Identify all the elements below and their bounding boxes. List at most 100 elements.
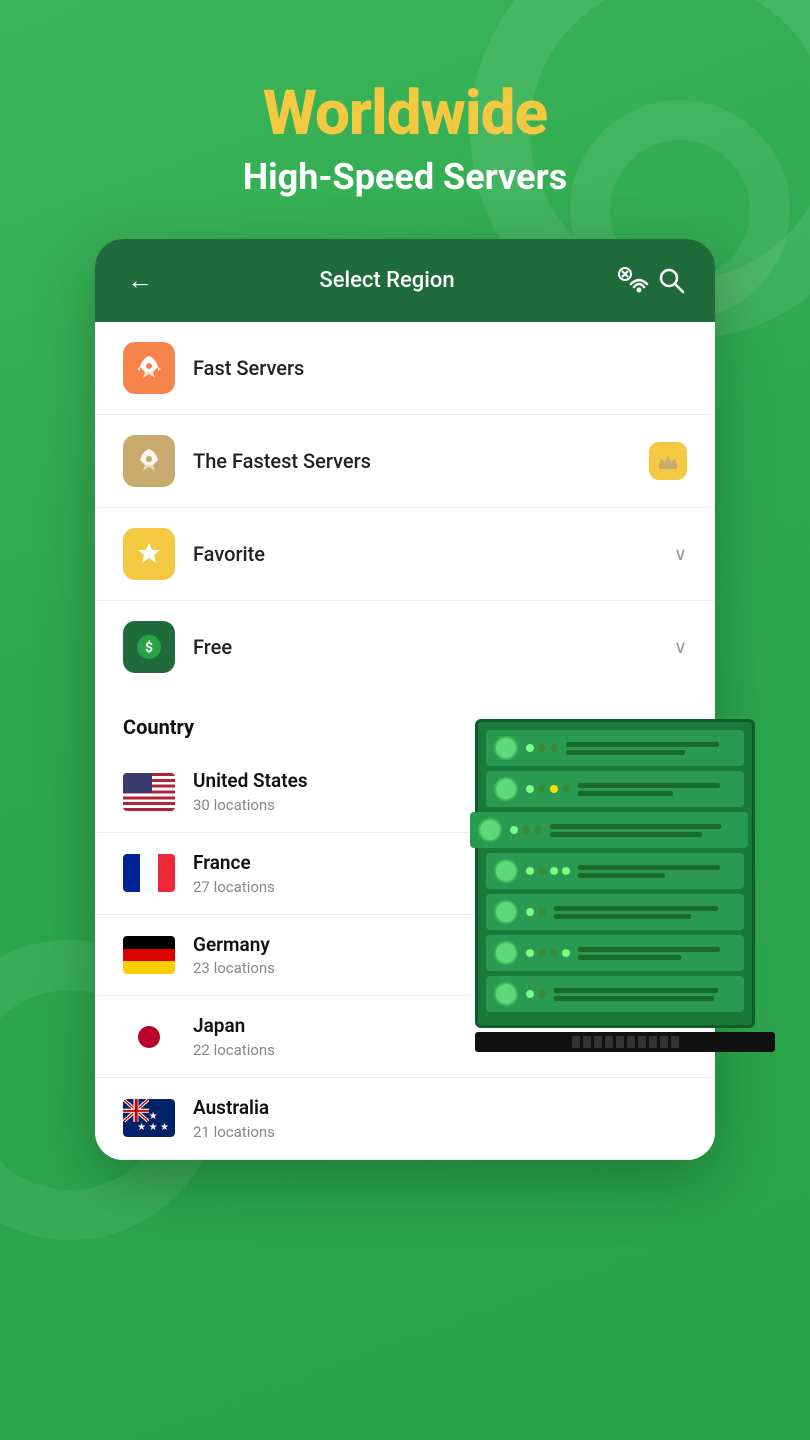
de-gold (123, 961, 175, 974)
fastest-servers-icon (123, 435, 175, 487)
bar-line (554, 988, 718, 993)
server-bars (578, 865, 736, 878)
flag-us (123, 773, 175, 811)
fast-servers-icon (123, 342, 175, 394)
light-dim (538, 785, 546, 793)
page-header: Worldwide High-Speed Servers (0, 0, 810, 239)
bar-line (578, 947, 720, 952)
menu-item-free[interactable]: $ Free ∨ (95, 601, 715, 693)
light-dim (522, 826, 530, 834)
server-lights (526, 867, 570, 875)
server-rack-illustration (475, 719, 775, 1052)
menu-list: Fast Servers The Fastest Servers (95, 322, 715, 693)
back-button[interactable]: ← (123, 261, 157, 300)
fast-servers-label: Fast Servers (193, 356, 687, 380)
light-green (562, 949, 570, 957)
light-green (526, 949, 534, 957)
light-green (526, 908, 534, 916)
us-canton (123, 773, 152, 794)
server-row (486, 730, 744, 766)
rack-stripe (605, 1036, 613, 1048)
free-icon: $ (123, 621, 175, 673)
screen-title: Select Region (319, 268, 454, 293)
menu-item-fastest-servers[interactable]: The Fastest Servers (95, 415, 715, 508)
server-row (470, 812, 748, 848)
flag-de-wrap (123, 936, 175, 974)
server-bars (554, 988, 736, 1001)
card-header: ← Select Region (95, 239, 715, 322)
server-row (486, 853, 744, 889)
bar-line (550, 824, 721, 829)
light-dim (550, 949, 558, 957)
flag-jp-wrap (123, 1018, 175, 1056)
server-bars (566, 742, 736, 755)
light-dim (538, 990, 546, 998)
country-item-au[interactable]: ★ ★★ ★ ★ Australia 21 locations (95, 1078, 715, 1160)
server-bars (578, 783, 736, 796)
rocket-tan-icon (134, 446, 164, 476)
fr-flag (123, 854, 175, 892)
server-disk (494, 859, 518, 883)
de-red (123, 949, 175, 962)
dollar-circle-icon: $ (134, 632, 164, 662)
bar-line (566, 750, 685, 755)
server-disk (494, 941, 518, 965)
server-disk (494, 982, 518, 1006)
fr-blue (123, 854, 140, 892)
bar-line (554, 914, 691, 919)
jp-flag (123, 1018, 175, 1056)
fr-red (158, 854, 175, 892)
rack-stripe (594, 1036, 602, 1048)
light-dim (538, 949, 546, 957)
country-name-au: Australia (193, 1096, 687, 1121)
title-subtitle: High-Speed Servers (0, 156, 810, 199)
server-row (486, 935, 744, 971)
server-disk (494, 777, 518, 801)
au-red-h (123, 1110, 149, 1112)
star-icon (134, 539, 164, 569)
light-green (550, 867, 558, 875)
bar-line (578, 865, 720, 870)
light-dim (538, 744, 546, 752)
svg-text:$: $ (145, 639, 153, 656)
header-icons (617, 266, 687, 296)
rack-stripe (572, 1036, 580, 1048)
country-info-au: Australia 21 locations (193, 1096, 687, 1141)
au-canton (123, 1099, 149, 1122)
rack-stripe (671, 1036, 679, 1048)
rocket-icon (134, 353, 164, 383)
server-lights (526, 908, 546, 916)
light-yellow (550, 785, 558, 793)
rack-bottom (475, 1032, 775, 1052)
light-dim (550, 744, 558, 752)
rack-stripe (638, 1036, 646, 1048)
rack-body (475, 719, 755, 1028)
bar-line (578, 783, 720, 788)
wifi-x-icon[interactable] (617, 266, 653, 296)
free-label: Free (193, 635, 674, 659)
menu-item-fast-servers[interactable]: Fast Servers (95, 322, 715, 415)
free-chevron: ∨ (674, 637, 687, 658)
light-green (526, 990, 534, 998)
server-disk (494, 736, 518, 760)
de-black (123, 936, 175, 949)
rack-stripe (660, 1036, 668, 1048)
rack-stripe (627, 1036, 635, 1048)
bar-line (578, 873, 665, 878)
light-dim (562, 785, 570, 793)
server-lights (510, 826, 542, 834)
server-lights (526, 744, 558, 752)
server-bars (554, 906, 736, 919)
server-lights (526, 949, 570, 957)
search-icon[interactable] (657, 266, 687, 296)
bar-line (554, 996, 714, 1001)
favorite-icon (123, 528, 175, 580)
menu-item-favorite[interactable]: Favorite ∨ (95, 508, 715, 601)
light-green (526, 785, 534, 793)
country-locations-au: 21 locations (193, 1123, 687, 1141)
rack-stripe (616, 1036, 624, 1048)
rack-stripe (649, 1036, 657, 1048)
server-lights (526, 990, 546, 998)
fr-white (140, 854, 157, 892)
bar-line (578, 791, 673, 796)
